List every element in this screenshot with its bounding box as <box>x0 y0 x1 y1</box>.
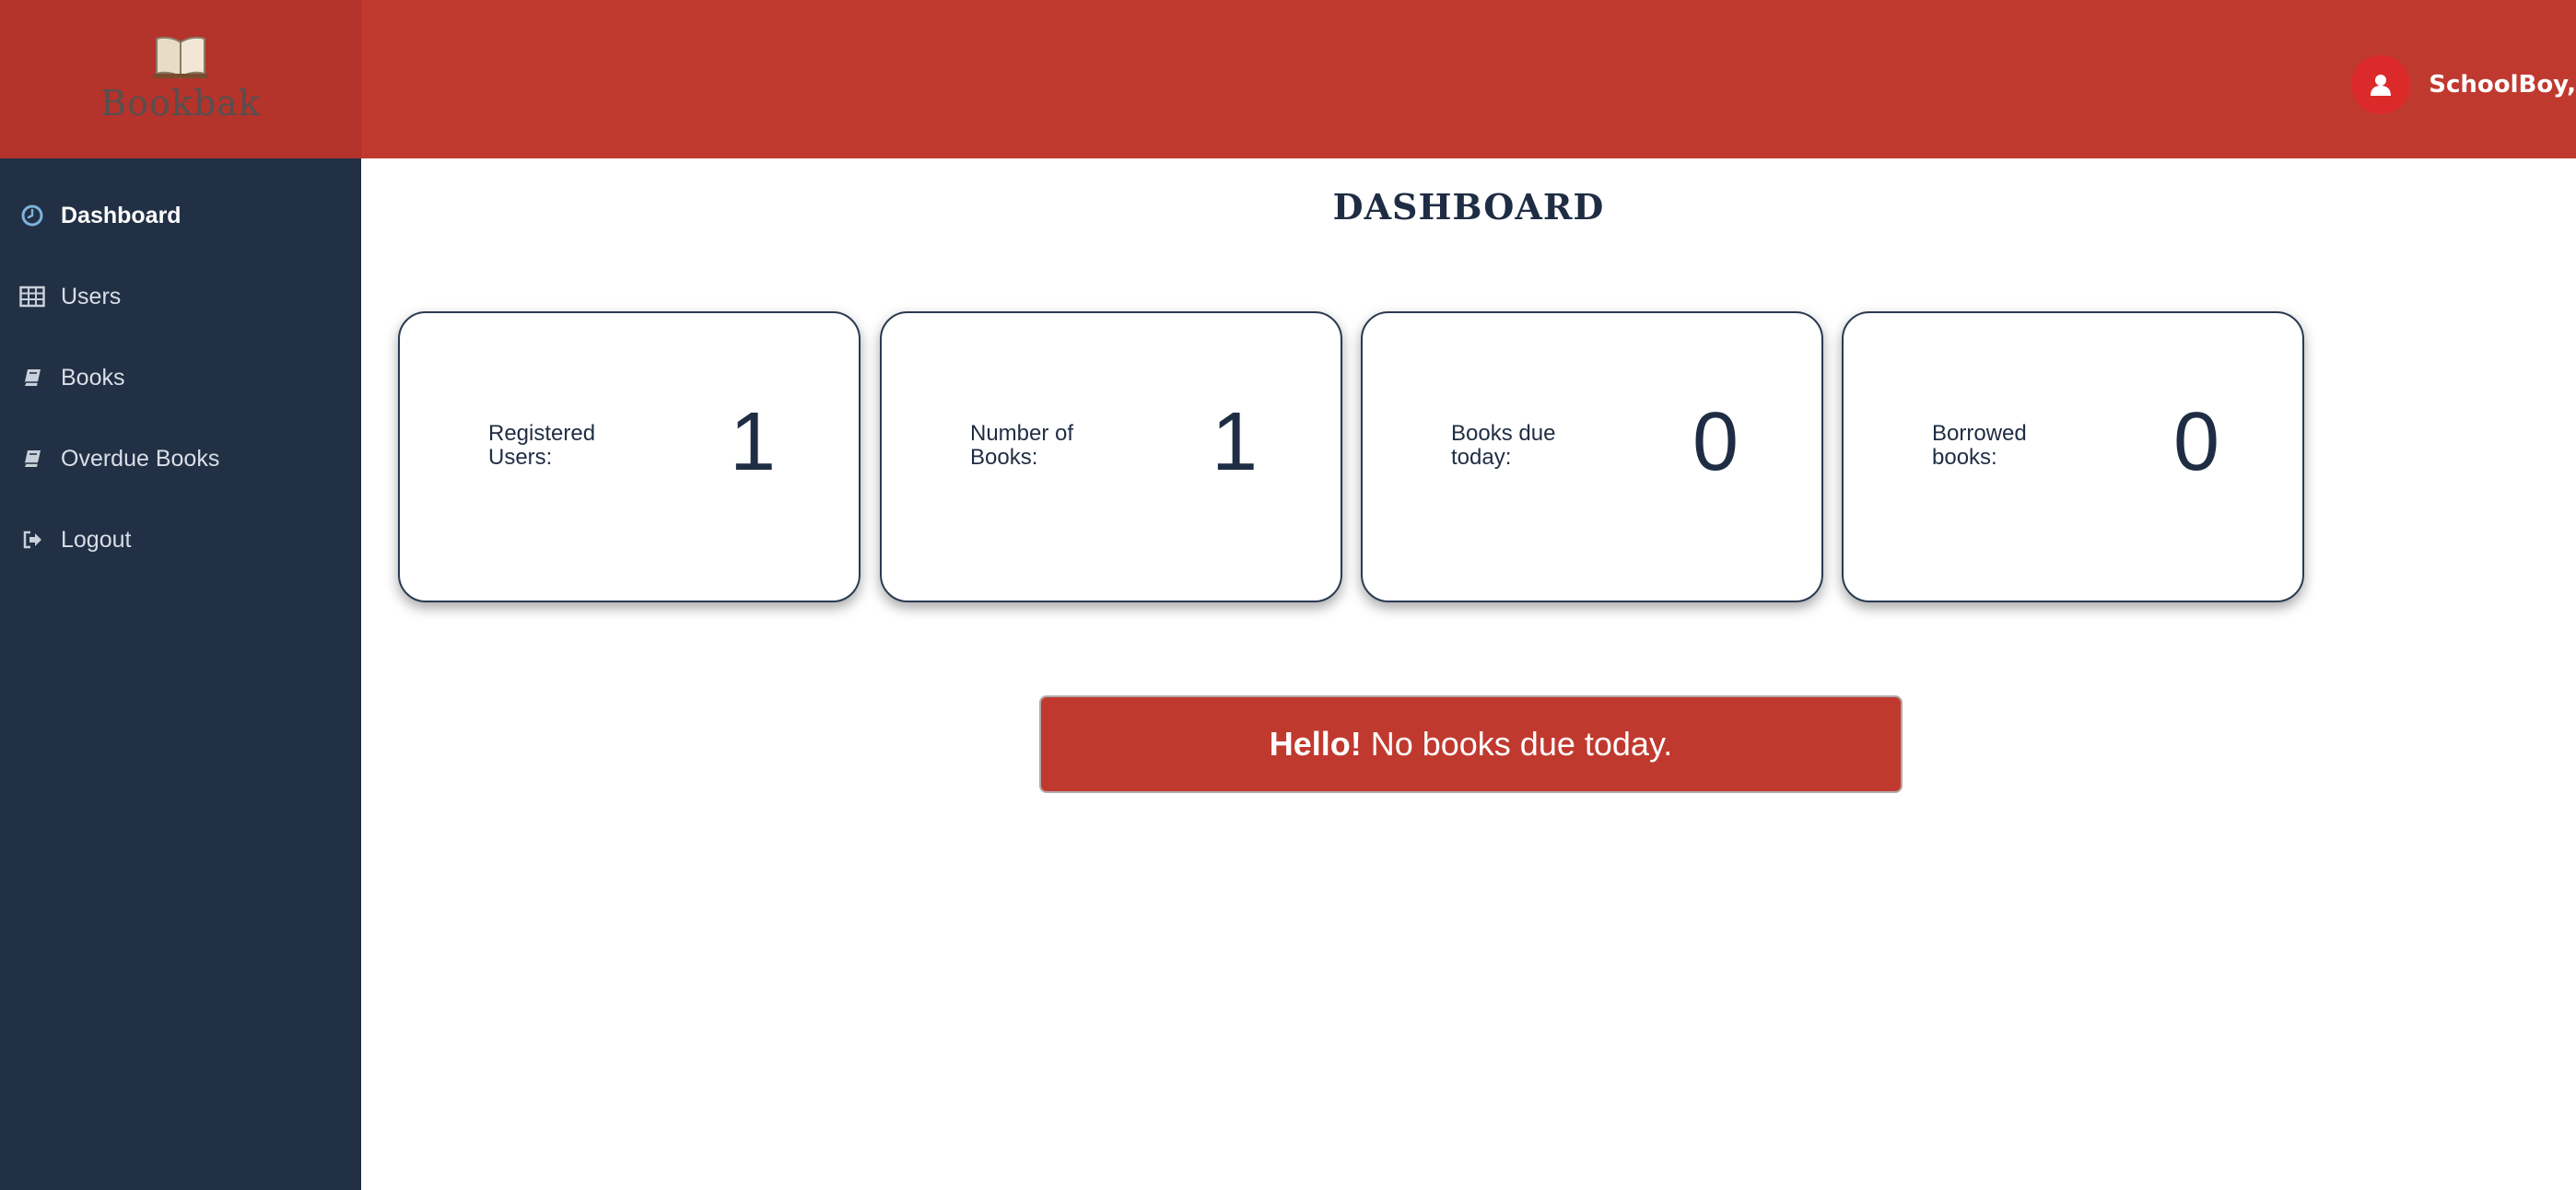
card-label: Borrowed books: <box>1932 421 2027 470</box>
sign-out-icon <box>18 526 46 554</box>
sidebar-item-label: Dashboard <box>61 202 181 228</box>
top-header: SchoolBoy, <box>361 0 2576 158</box>
card-label: Registered Users: <box>488 421 596 470</box>
sidebar-item-label: Books <box>61 364 125 391</box>
sidebar-item-label: Overdue Books <box>61 445 220 472</box>
sidebar-item-logout[interactable]: Logout <box>0 510 361 569</box>
user-menu[interactable]: SchoolBoy, <box>2351 55 2576 114</box>
book-icon <box>18 445 46 472</box>
stat-card-borrowed-books: Borrowed books: 0 <box>1842 311 2304 602</box>
alert-text: No books due today. <box>1370 725 1673 763</box>
brand-name: Bookbak <box>100 83 261 123</box>
avatar[interactable] <box>2351 55 2411 114</box>
sidebar: Dashboard Users Books Overdue Books Logo… <box>0 158 361 1190</box>
card-value: 1 <box>729 396 776 488</box>
card-value: 1 <box>1211 396 1258 488</box>
sidebar-item-books[interactable]: Books <box>0 348 361 407</box>
sidebar-item-label: Logout <box>61 526 132 553</box>
sidebar-item-overdue-books[interactable]: Overdue Books <box>0 429 361 488</box>
sidebar-item-users[interactable]: Users <box>0 267 361 326</box>
open-book-icon <box>153 36 208 79</box>
card-value: 0 <box>2172 396 2219 488</box>
clock-icon <box>18 202 46 229</box>
sidebar-item-dashboard[interactable]: Dashboard <box>0 186 361 245</box>
book-icon <box>18 364 46 391</box>
card-value: 0 <box>1692 396 1739 488</box>
alert-strong: Hello! <box>1269 725 1362 763</box>
stat-card-books-due-today: Books due today: 0 <box>1361 311 1823 602</box>
card-label: Number of Books: <box>970 421 1074 470</box>
stat-card-number-of-books: Number of Books: 1 <box>880 311 1342 602</box>
sidebar-item-label: Users <box>61 283 122 309</box>
user-name[interactable]: SchoolBoy, <box>2429 71 2576 99</box>
brand-logo[interactable]: Bookbak <box>0 0 361 158</box>
user-icon <box>2371 75 2392 96</box>
card-label: Books due today: <box>1451 421 1556 470</box>
alert-banner: Hello! No books due today. <box>1039 695 1903 793</box>
stat-card-registered-users: Registered Users: 1 <box>398 311 861 602</box>
table-icon <box>18 283 46 310</box>
page-title: DASHBOARD <box>1332 186 1605 228</box>
